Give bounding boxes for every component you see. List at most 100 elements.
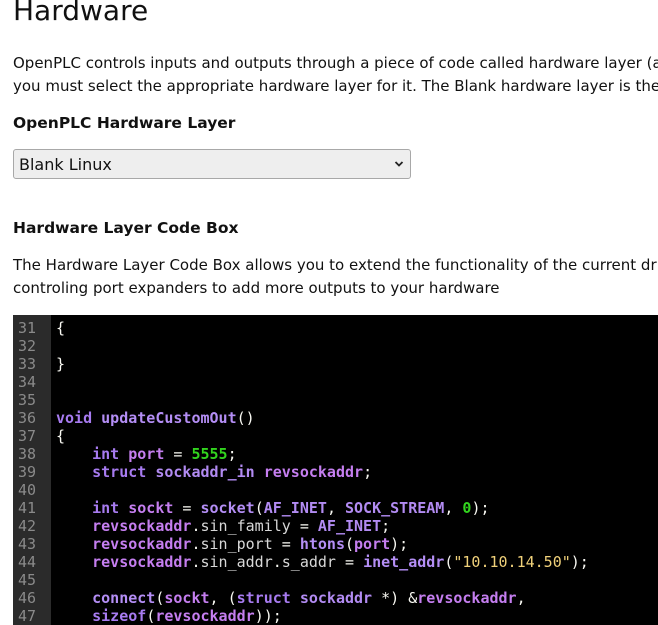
code-editor[interactable]: 31{32 33} 34 35 36 void updateCustomOut() 37{3… (13, 315, 658, 625)
line-number: 37 (17, 427, 36, 445)
line-number: 43 (17, 535, 36, 553)
code-box-description: The Hardware Layer Code Box allows you t… (13, 254, 657, 300)
code-line: 38 int port = 5555; (13, 445, 658, 463)
code-token: struct (236, 589, 291, 607)
code-token: . (191, 517, 201, 535)
code-line: 31 { (13, 319, 658, 337)
code-token: = (335, 553, 364, 571)
line-number: 33 (17, 355, 36, 373)
code-token: . (191, 535, 201, 553)
code-line: 40 (13, 481, 658, 499)
code-token: sin_port (200, 535, 273, 553)
code-token: = (272, 535, 300, 553)
code-token: , (516, 589, 526, 607)
code-token: ; (363, 463, 373, 481)
code-token: ); (471, 499, 490, 517)
line-number: 39 (17, 463, 36, 481)
line-number: 38 (17, 445, 36, 463)
code-line: 33} (13, 355, 658, 373)
line-number: 46 (17, 589, 36, 607)
code-line: 47 sizeof(revsockaddr)); (13, 607, 658, 625)
code-token: int (92, 445, 120, 463)
code-text: int port = 5555; (56, 445, 237, 463)
code-token: , ( (209, 589, 237, 607)
code-token: . (272, 553, 282, 571)
code-token: htons (299, 535, 345, 553)
code-line: 44 revsockaddr.sin_addr.s_addr = inet_ad… (13, 553, 658, 571)
hardware-layer-selected-value: Blank Linux (19, 155, 112, 174)
code-token: AF_INET (263, 499, 327, 517)
code-token: ( (146, 607, 156, 625)
code-line: 39 struct sockaddr_in revsockaddr; (13, 463, 658, 481)
code-box-description-line: controling port expanders to add more ou… (13, 279, 500, 297)
code-token: sockaddr_in (155, 463, 255, 481)
code-token: AF_INET (317, 517, 382, 535)
line-number: 42 (17, 517, 36, 535)
code-token: () (236, 409, 255, 427)
code-token: = (173, 499, 201, 517)
line-number: 40 (17, 481, 36, 499)
code-token: 5555 (191, 445, 228, 463)
code-token: , (326, 499, 345, 517)
code-text: revsockaddr.sin_family = AF_INET; (56, 517, 390, 535)
code-token: sockt (164, 589, 210, 607)
code-line: 32 (13, 337, 658, 355)
code-token: void (56, 409, 93, 427)
code-text: int sockt = socket(AF_INET, SOCK_STREAM,… (56, 499, 490, 517)
code-text: } (56, 355, 65, 373)
code-token: } (56, 355, 66, 373)
code-token: port (128, 445, 165, 463)
line-number: 35 (17, 391, 36, 409)
code-token: { (56, 319, 66, 337)
hardware-layer-select[interactable]: Blank Linux (13, 149, 411, 179)
code-token: = (290, 517, 318, 535)
line-number: 47 (17, 607, 36, 625)
code-token: s_addr (281, 553, 336, 571)
intro-line: you must select the appropriate hardware… (13, 77, 658, 95)
code-line: 46 connect(sockt, (struct sockaddr *) &r… (13, 589, 658, 607)
code-token: SOCK_STREAM (345, 499, 445, 517)
code-line: 34 (13, 373, 658, 391)
code-box-description-line: The Hardware Layer Code Box allows you t… (13, 256, 657, 274)
code-line: 41 int sockt = socket(AF_INET, SOCK_STRE… (13, 499, 658, 517)
code-text: sizeof(revsockaddr)); (56, 607, 282, 625)
code-text: revsockaddr.sin_addr.s_addr = inet_addr(… (56, 553, 589, 571)
code-token: . (191, 553, 201, 571)
code-line: 45 (13, 571, 658, 589)
page-title: Hardware (13, 0, 149, 27)
line-number: 36 (17, 409, 36, 427)
code-text: void updateCustomOut() (56, 409, 255, 427)
code-token: inet_addr (363, 553, 445, 571)
code-line: 43 revsockaddr.sin_port = htons(port); (13, 535, 658, 553)
code-token: { (56, 427, 66, 445)
line-number: 31 (17, 319, 36, 337)
code-token: revsockaddr (92, 535, 192, 553)
line-number: 41 (17, 499, 36, 517)
code-token: *) & (372, 589, 418, 607)
code-text: struct sockaddr_in revsockaddr; (56, 463, 372, 481)
code-token: sockt (128, 499, 174, 517)
code-token: ( (254, 499, 264, 517)
line-number: 34 (17, 373, 36, 391)
code-token: revsockaddr (155, 607, 255, 625)
code-box-heading: Hardware Layer Code Box (13, 219, 239, 237)
code-token: ); (390, 535, 409, 553)
code-token: sizeof (92, 607, 147, 625)
code-token: ( (345, 535, 355, 553)
line-number: 32 (17, 337, 36, 355)
hardware-layer-heading: OpenPLC Hardware Layer (13, 114, 236, 132)
code-token: port (354, 535, 391, 553)
